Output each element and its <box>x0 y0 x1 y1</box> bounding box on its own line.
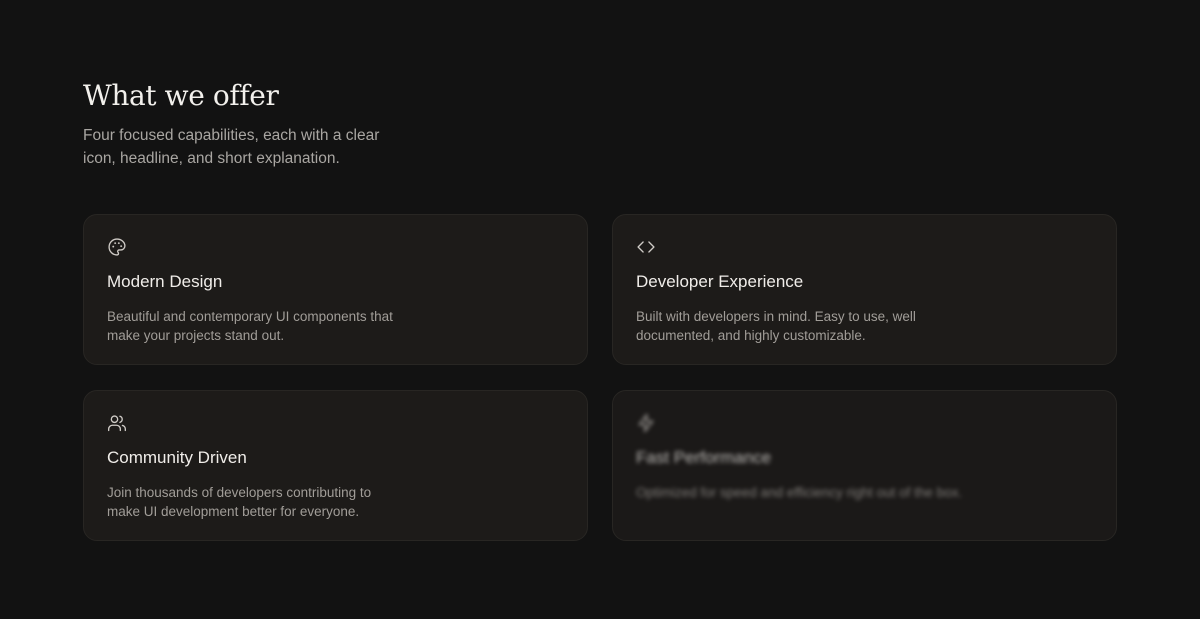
section-subtitle: Four focused capabilities, each with a c… <box>83 127 380 167</box>
feature-description: Optimized for speed and efficiency right… <box>636 485 963 500</box>
features-grid: Modern Design Beautiful and contemporary… <box>83 214 1117 541</box>
feature-card-fast-performance: Fast Performance Optimized for speed and… <box>612 390 1117 541</box>
feature-description: Built with developers in mind. Easy to u… <box>636 309 916 343</box>
blurred-content: Fast Performance Optimized for speed and… <box>636 413 1093 502</box>
palette-icon <box>107 237 127 257</box>
feature-title: Modern Design <box>107 272 223 291</box>
feature-description: Join thousands of developers contributin… <box>107 485 372 519</box>
feature-description: Beautiful and contemporary UI components… <box>107 309 393 343</box>
feature-card-developer-experience: Developer Experience Built with develope… <box>612 214 1117 365</box>
feature-title: Fast Performance <box>636 448 772 467</box>
feature-card-modern-design: Modern Design Beautiful and contemporary… <box>83 214 588 365</box>
feature-title: Community Driven <box>107 448 247 467</box>
users-icon <box>107 413 127 433</box>
zap-icon <box>636 413 656 433</box>
feature-title: Developer Experience <box>636 272 804 291</box>
feature-card-community-driven: Community Driven Join thousands of devel… <box>83 390 588 541</box>
code-icon <box>636 237 656 257</box>
section-title: What we offer <box>83 79 279 112</box>
features-section: What we offer Four focused capabilities,… <box>83 0 1117 619</box>
